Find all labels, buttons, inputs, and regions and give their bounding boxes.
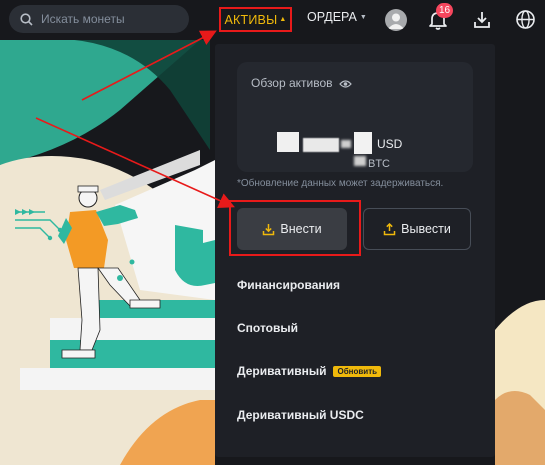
btc-unit: BTC	[368, 158, 390, 170]
deposit-label: Внести	[280, 222, 322, 236]
menu-item-spot[interactable]: Спотовый	[237, 321, 298, 335]
menu-item-label: Деривативный USDC	[237, 408, 364, 422]
caret-down-icon: ▼	[359, 13, 367, 21]
search-input[interactable]	[41, 12, 181, 26]
upgrade-tag[interactable]: Обновить	[333, 365, 382, 377]
search-icon	[19, 12, 33, 26]
menu-item-usdc-derivatives[interactable]: Деривативный USDC	[237, 408, 364, 422]
nav-assets-menu[interactable]: АКТИВЫ ▲	[219, 7, 292, 32]
globe-icon[interactable]	[515, 9, 536, 30]
download-icon[interactable]	[472, 10, 492, 30]
withdraw-button[interactable]: Вывести	[363, 208, 471, 250]
nav-assets-label: АКТИВЫ	[224, 12, 278, 27]
hidden-balance-mask	[354, 132, 372, 154]
hidden-balance-mask	[277, 132, 299, 152]
top-navigation-bar: АКТИВЫ ▲ ОРДЕРА ▼ 16	[0, 0, 545, 40]
menu-item-label: Спотовый	[237, 321, 298, 335]
nav-orders-menu[interactable]: ОРДЕРА ▼	[307, 10, 367, 24]
menu-item-label: Финансирования	[237, 278, 341, 292]
deposit-button[interactable]: Внести	[237, 208, 347, 250]
withdraw-label: Вывести	[401, 222, 451, 236]
usd-unit: USD	[377, 137, 403, 151]
hidden-balance-mask	[303, 138, 339, 152]
menu-item-derivatives[interactable]: Деривативный Обновить	[237, 364, 382, 378]
hidden-balance-mask	[354, 156, 366, 166]
avatar-icon[interactable]	[385, 9, 407, 31]
update-delay-note: *Обновление данных может задерживаться.	[237, 178, 444, 189]
withdraw-icon	[383, 222, 396, 236]
overview-title: Обзор активов	[251, 76, 352, 90]
deposit-icon	[262, 223, 275, 236]
notification-badge: 16	[436, 3, 454, 18]
menu-item-label: Деривативный	[237, 364, 327, 378]
menu-item-funding[interactable]: Финансирования	[237, 278, 340, 292]
caret-up-icon: ▲	[279, 16, 287, 23]
hidden-balance-mask	[341, 140, 351, 148]
search-box[interactable]	[9, 5, 189, 33]
assets-dropdown-panel: Обзор активов USD BTC *Обновление данных…	[215, 44, 495, 457]
nav-orders-label: ОРДЕРА	[307, 10, 357, 24]
overview-title-text: Обзор активов	[251, 76, 333, 90]
eye-icon[interactable]	[338, 78, 352, 88]
assets-overview-card[interactable]: Обзор активов USD BTC	[237, 62, 473, 172]
